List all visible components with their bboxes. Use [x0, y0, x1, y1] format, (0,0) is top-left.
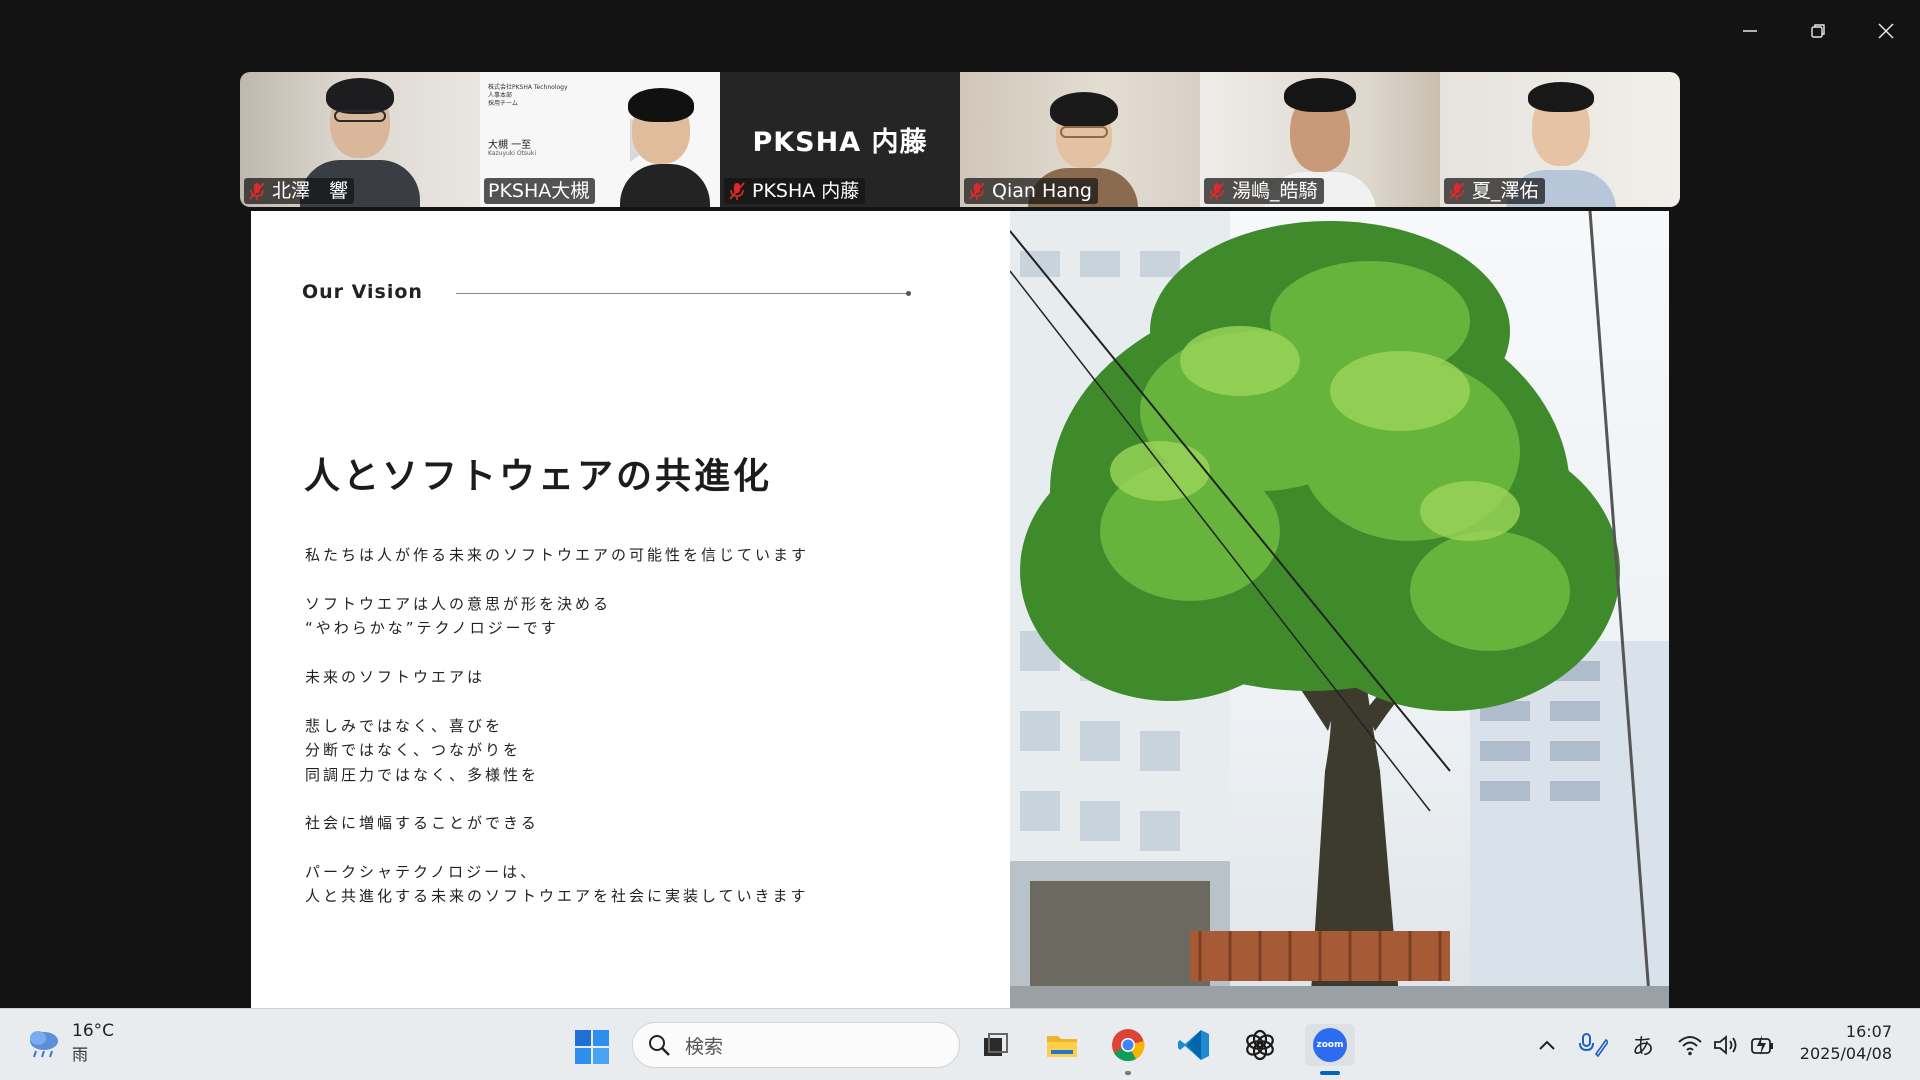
- wifi-icon: [1678, 1036, 1702, 1056]
- weather-temperature: 16°C: [72, 1021, 115, 1041]
- zoom-icon-label: zoom: [1316, 1040, 1344, 1050]
- speaker-icon: [1714, 1035, 1737, 1055]
- task-view-button[interactable]: [974, 1024, 1016, 1066]
- restore-icon: [1811, 24, 1825, 38]
- mic-muted-icon: [249, 182, 265, 200]
- mic-muted-icon: [1449, 182, 1465, 200]
- close-icon: [1878, 23, 1894, 39]
- weather-widget[interactable]: 16°C 雨: [26, 1021, 114, 1065]
- body-line: 人と共進化する未来のソフトウエアを社会に実装していきます: [305, 887, 809, 906]
- restore-button[interactable]: [1784, 0, 1852, 62]
- shared-screen-slide: Our Vision 人とソフトウェアの共進化 私たちは人が作る未来のソフトウエ…: [251, 211, 1669, 1008]
- participant-name-tag: PKSHA 内藤: [724, 178, 866, 204]
- participant-name: PKSHA大槻: [488, 180, 590, 202]
- participant-tile[interactable]: PKSHA 内藤 PKSHA 内藤: [720, 72, 960, 207]
- chatgpt-button[interactable]: [1239, 1024, 1281, 1066]
- ime-mode-indicator[interactable]: あ: [1628, 1025, 1658, 1065]
- running-indicator: [1320, 1071, 1340, 1075]
- mic-muted-icon: [1209, 182, 1225, 200]
- participant-strip: 北澤 響 株式会社PKSHA Technology 人事本部 採用チーム 大槻 …: [240, 72, 1680, 207]
- tree-photo: [1010, 211, 1669, 1008]
- participant-name-tag: 夏_澤佑: [1444, 178, 1545, 204]
- participant-name: 湯嶋_皓騎: [1232, 180, 1318, 202]
- minimize-icon: [1743, 30, 1757, 32]
- wifi-button[interactable]: [1675, 1025, 1705, 1065]
- windows-taskbar: 16°C 雨 検索 zoom あ 16:07 2025/04/08: [0, 1008, 1920, 1080]
- battery-button[interactable]: [1747, 1025, 1777, 1065]
- search-icon: [649, 1035, 670, 1056]
- virtual-background-text: 株式会社PKSHA Technology 人事本部 採用チーム: [488, 84, 568, 107]
- participant-tile-active-speaker[interactable]: 株式会社PKSHA Technology 人事本部 採用チーム 大槻 一至 Ka…: [480, 72, 720, 207]
- battery-charging-icon: [1751, 1035, 1773, 1055]
- participant-name-tag: 湯嶋_皓騎: [1204, 178, 1324, 204]
- minimize-button[interactable]: [1716, 0, 1784, 62]
- virtual-background-romaji: Kazuyuki Otsuki: [488, 150, 537, 157]
- body-line: パークシャテクノロジーは、: [305, 863, 539, 882]
- slide-section-label: Our Vision: [302, 281, 423, 303]
- mic-muted-icon: [969, 182, 985, 200]
- body-line: 分断ではなく、つながりを: [305, 741, 522, 760]
- participant-name-tag: 北澤 響: [244, 178, 355, 204]
- windows-logo-icon: [575, 1030, 609, 1064]
- slide-body-text: 私たちは人が作る未来のソフトウエアの可能性を信じています ソフトウエアは人の意思…: [305, 543, 809, 909]
- clock-date: 2025/04/08: [1799, 1044, 1892, 1063]
- folder-icon: [1047, 1036, 1077, 1057]
- task-view-icon: [984, 1033, 1008, 1056]
- section-divider-dot: [906, 291, 911, 296]
- body-line: 悲しみではなく、喜びを: [305, 716, 504, 735]
- zoom-meeting-window: 北澤 響 株式会社PKSHA Technology 人事本部 採用チーム 大槻 …: [0, 0, 1920, 1008]
- mic-muted-icon: [729, 182, 745, 200]
- search-placeholder: 検索: [685, 1035, 724, 1058]
- chrome-icon: [1112, 1029, 1145, 1062]
- chatgpt-icon: [1246, 1029, 1274, 1061]
- taskbar-search-input[interactable]: 検索: [632, 1022, 960, 1068]
- system-clock[interactable]: 16:07 2025/04/08: [1800, 1021, 1892, 1065]
- vscode-button[interactable]: [1173, 1024, 1215, 1066]
- running-indicator: [1125, 1071, 1131, 1075]
- body-line: 社会に増幅することができる: [305, 814, 539, 833]
- participant-tile[interactable]: Qian Hang: [960, 72, 1200, 207]
- clock-time: 16:07: [1845, 1022, 1892, 1041]
- participant-tile[interactable]: 夏_澤佑: [1440, 72, 1680, 207]
- participant-tile[interactable]: 湯嶋_皓騎: [1200, 72, 1440, 207]
- rain-cloud-icon: [30, 1031, 58, 1058]
- virtual-background-name: 大槻 一至: [488, 140, 532, 151]
- show-hidden-icons-button[interactable]: [1534, 1025, 1560, 1065]
- chrome-button[interactable]: [1107, 1024, 1149, 1075]
- weather-condition: 雨: [72, 1045, 89, 1064]
- volume-button[interactable]: [1711, 1025, 1741, 1065]
- voice-input-button[interactable]: [1576, 1025, 1610, 1065]
- participant-tile[interactable]: 北澤 響: [240, 72, 480, 207]
- participant-name: Qian Hang: [992, 180, 1092, 202]
- body-line: “やわらかな”テクノロジーです: [305, 619, 559, 638]
- participant-name-tag: PKSHA大槻: [484, 178, 596, 204]
- participant-display-name: PKSHA 内藤: [752, 127, 928, 158]
- section-divider-line: [456, 293, 908, 294]
- participant-name: 北澤 響: [272, 180, 349, 202]
- body-line: 未来のソフトウエアは: [305, 667, 486, 686]
- participant-video: [610, 72, 720, 207]
- start-button[interactable]: [574, 1029, 610, 1065]
- participant-name-tag: Qian Hang: [964, 178, 1098, 204]
- microphone-pen-icon: [1579, 1033, 1608, 1058]
- close-button[interactable]: [1852, 0, 1920, 62]
- body-line: 同調圧力ではなく、多様性を: [305, 765, 540, 784]
- participant-name: PKSHA 内藤: [752, 180, 860, 202]
- window-controls: [1716, 0, 1920, 62]
- vscode-icon: [1178, 1030, 1209, 1060]
- file-explorer-button[interactable]: [1041, 1024, 1083, 1066]
- body-line: 私たちは人が作る未来のソフトウエアの可能性を信じています: [305, 546, 810, 564]
- participant-name: 夏_澤佑: [1472, 180, 1539, 202]
- zoom-button[interactable]: zoom: [1305, 1024, 1355, 1075]
- chevron-up-icon: [1539, 1040, 1555, 1050]
- body-line: ソフトウエアは人の意思が形を決める: [305, 594, 612, 613]
- slide-headline: 人とソフトウェアの共進化: [304, 456, 773, 497]
